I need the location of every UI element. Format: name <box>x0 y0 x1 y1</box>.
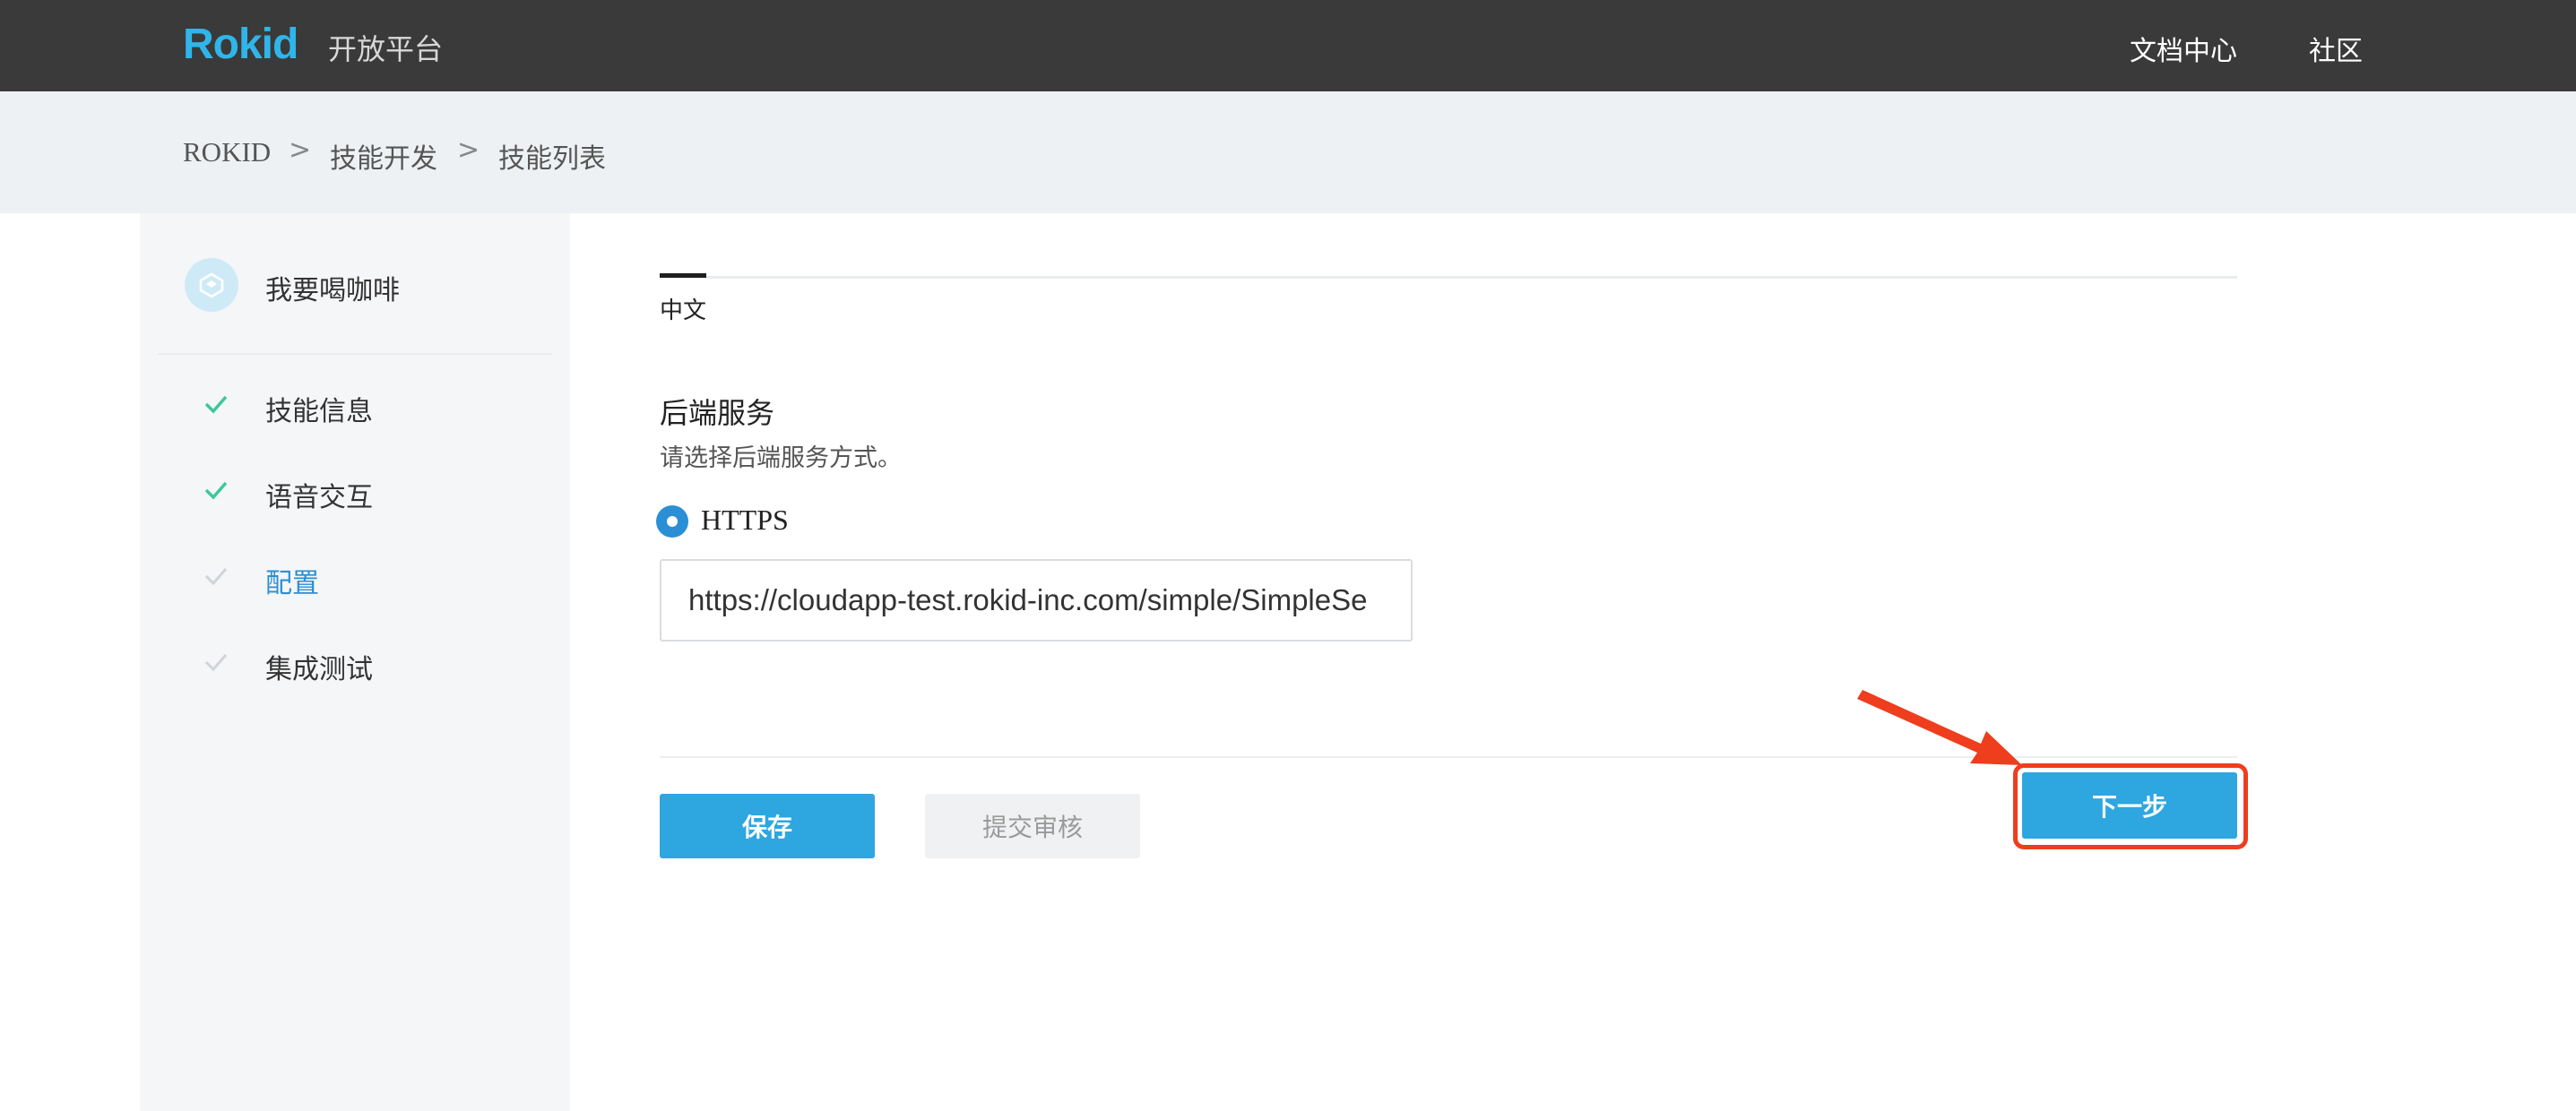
nav-community[interactable]: 社区 <box>2309 29 2363 68</box>
sidebar-divider <box>158 353 552 355</box>
save-button[interactable]: 保存 <box>660 794 875 858</box>
annotation-arrow-icon <box>1857 690 2022 765</box>
section-description: 请选择后端服务方式。 <box>660 444 902 472</box>
platform-label: 开放平台 <box>328 32 444 66</box>
rokid-logo[interactable]: Rokid <box>183 20 298 69</box>
breadcrumb-separator: > <box>457 134 480 166</box>
skill-cube-icon <box>199 272 224 298</box>
breadcrumb-item-skill-list[interactable]: 技能列表 <box>498 136 606 176</box>
breadcrumb-separator: > <box>289 134 312 166</box>
tab-chinese[interactable]: 中文 <box>660 292 706 325</box>
sidebar-item-label: 集成测试 <box>265 654 373 685</box>
breadcrumb-item-rokid[interactable]: ROKID <box>183 136 271 168</box>
check-icon <box>204 568 228 586</box>
check-icon <box>204 395 228 414</box>
nav-docs-center[interactable]: 文档中心 <box>2130 29 2237 68</box>
check-icon <box>204 481 228 500</box>
sidebar-item-integration-test[interactable]: 集成测试 <box>140 633 570 704</box>
submit-review-button[interactable]: 提交审核 <box>925 794 1140 858</box>
sidebar: 我要喝咖啡 技能信息 语音交互 配置 集成测试 <box>140 213 570 1111</box>
breadcrumb-item-skill-dev[interactable]: 技能开发 <box>330 136 437 176</box>
active-tab-indicator <box>660 273 706 278</box>
next-step-button[interactable]: 下一步 <box>2022 772 2237 839</box>
sidebar-item-skill-info[interactable]: 技能信息 <box>140 375 570 446</box>
skill-avatar <box>185 258 238 312</box>
breadcrumb: ROKID > 技能开发 > 技能列表 <box>0 91 2576 213</box>
radio-label: HTTPS <box>701 504 789 536</box>
section-title: 后端服务 <box>660 396 775 430</box>
sidebar-item-config[interactable]: 配置 <box>140 547 570 618</box>
top-navigation-bar: Rokid 开放平台 文档中心 社区 <box>0 0 2576 91</box>
radio-button-selected[interactable] <box>656 505 688 538</box>
sidebar-item-label: 技能信息 <box>265 396 373 427</box>
skill-name: 我要喝咖啡 <box>265 275 400 306</box>
sidebar-item-label: 语音交互 <box>265 482 373 513</box>
sidebar-item-voice-interaction[interactable]: 语音交互 <box>140 461 570 532</box>
tab-bar-underline <box>660 276 2237 279</box>
endpoint-url-input[interactable] <box>660 559 1413 642</box>
sidebar-item-label: 配置 <box>265 568 319 599</box>
check-icon <box>204 654 228 672</box>
